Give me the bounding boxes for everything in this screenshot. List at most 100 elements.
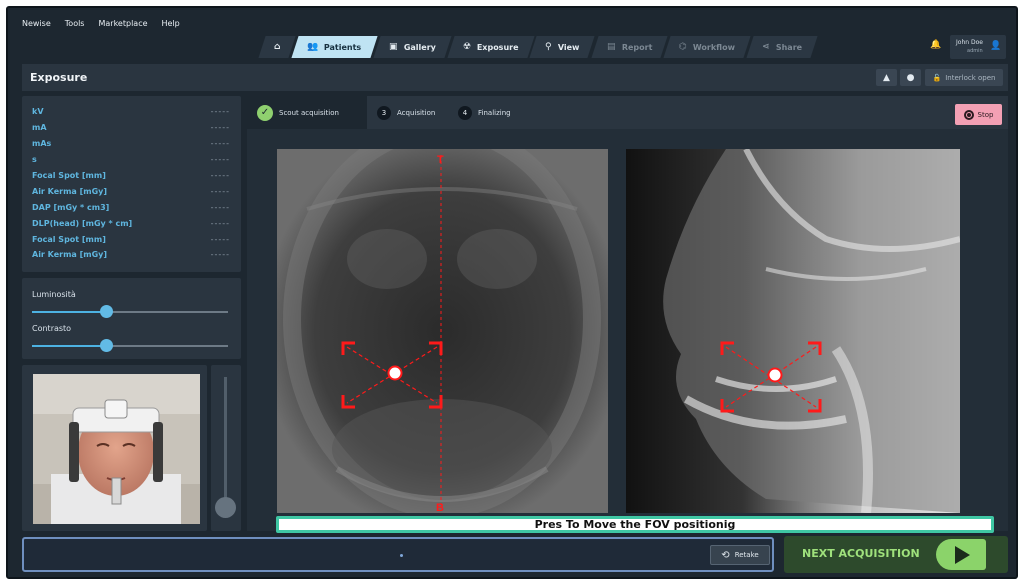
slider-thumb[interactable] [100, 305, 114, 318]
menu-marketplace[interactable]: Marketplace [98, 19, 147, 28]
contrast-slider[interactable] [32, 339, 228, 352]
instruction-banner: Pres To Move the FOV positionig [276, 516, 994, 533]
user-role: admin [967, 48, 983, 54]
stop-label: Stop [977, 110, 994, 119]
page-title: Exposure [30, 71, 88, 84]
param-label: kV [32, 107, 44, 117]
radiation-icon: ☢ [462, 42, 471, 52]
param-label: mA [32, 123, 47, 133]
tab-patients[interactable]: 👥 Patients [291, 36, 378, 58]
unlock-icon: 🔓 [932, 73, 942, 82]
step-number: 3 [377, 105, 391, 120]
retake-label: Retake [734, 551, 759, 559]
interlock-label: Interlock open [945, 73, 996, 82]
contrast-label: Contrasto [32, 324, 72, 333]
param-value: ----- [210, 139, 230, 149]
retake-button[interactable]: ⟲ Retake [710, 545, 770, 565]
app-window: Newise Tools Marketplace Help ⌂ 👥 Patient… [6, 6, 1018, 579]
bell-icon[interactable]: 🔔 [930, 40, 941, 50]
workflow-icon: ⌬ [678, 42, 687, 52]
camera-panel [22, 365, 207, 531]
patient-camera-image [33, 374, 200, 524]
menu-newise[interactable]: Newise [22, 19, 51, 28]
bottom-marker: B [436, 502, 444, 513]
tab-label: View [557, 42, 580, 52]
user-name: John Doe [956, 39, 983, 46]
next-acquisition-button[interactable]: NEXT ACQUISITION [784, 536, 1008, 573]
tab-label: Share [775, 42, 802, 52]
retake-icon: ⟲ [721, 549, 730, 561]
user-menu[interactable]: John Doe admin 👤 [950, 35, 1006, 59]
gallery-icon: ▣ [389, 42, 398, 52]
lateral-xray-view[interactable] [626, 149, 960, 513]
param-row: Air Kerma [mGy] ----- [32, 183, 230, 199]
param-label: mAs [32, 139, 52, 149]
param-value: ----- [210, 234, 230, 244]
tab-label: Gallery [403, 42, 436, 52]
param-label: Focal Spot [mm] [32, 171, 106, 180]
tab-label: Workflow [692, 42, 735, 52]
param-label: Focal Spot [mm] [32, 234, 106, 244]
tab-label: Report [621, 42, 652, 52]
vertical-slider-panel [211, 365, 241, 531]
status-bar: ⟲ Retake [22, 537, 774, 572]
patient-camera-feed [33, 374, 200, 524]
param-row: DAP [mGy * cm3] ----- [32, 199, 230, 215]
warning-button[interactable]: ▲ [876, 69, 897, 86]
tab-workflow[interactable]: ⌬ Workflow [663, 36, 751, 58]
warning-icon: ▲ [883, 72, 890, 83]
tab-view[interactable]: ⚲ View [529, 36, 596, 58]
param-row: DLP(head) [mGy * cm] ----- [32, 215, 230, 231]
param-value: ----- [210, 123, 230, 133]
user-icon: 👤 [990, 41, 1002, 51]
slider-fill [32, 311, 107, 313]
step-number: 4 [458, 105, 472, 120]
image-adjust-panel: Luminosità Contrasto [22, 278, 241, 359]
luminosity-slider[interactable] [32, 305, 228, 318]
report-icon: ▤ [606, 42, 616, 52]
param-value: ----- [210, 250, 230, 260]
exposure-params-panel: kV ----- mA ----- mAs ----- s ----- Focal Sp… [22, 96, 241, 272]
tab-share[interactable]: ⋖ Share [746, 36, 817, 58]
step-finalizing[interactable]: 4 Finalizing [458, 96, 511, 129]
vertical-slider[interactable] [224, 377, 227, 513]
top-marker: T [437, 154, 444, 166]
param-value: ----- [210, 171, 230, 180]
param-value: ----- [210, 186, 230, 196]
param-row: mAs ----- [32, 136, 230, 152]
tab-gallery[interactable]: ▣ Gallery [373, 36, 452, 58]
param-row: Focal Spot [mm] ----- [32, 168, 230, 184]
param-value: ----- [210, 107, 230, 117]
play-icon [936, 539, 986, 570]
param-value: ----- [210, 218, 230, 228]
tab-exposure[interactable]: ☢ Exposure [446, 36, 534, 58]
menu-tools[interactable]: Tools [65, 19, 85, 28]
nav-tabs: ⌂ 👥 Patients ▣ Gallery ☢ Exposure ⚲ View ▤ Re… [258, 36, 817, 58]
menu-help[interactable]: Help [162, 19, 180, 28]
step-label: Scout acquisition [279, 108, 339, 117]
tab-label: Exposure [476, 42, 519, 52]
param-label: s [32, 155, 37, 165]
frontal-xray-image: T B [277, 149, 608, 513]
luminosity-label: Luminosità [32, 290, 76, 299]
tab-home[interactable]: ⌂ [258, 36, 297, 58]
check-icon: ✓ [257, 104, 273, 121]
tab-report[interactable]: ▤ Report [590, 36, 668, 58]
error-icon: ● [906, 72, 915, 83]
step-acquisition[interactable]: 3 Acquisition [377, 96, 435, 129]
param-label: Air Kerma [mGy] [32, 186, 108, 196]
param-row: mA ----- [32, 120, 230, 136]
stop-button[interactable]: Stop [955, 104, 1002, 125]
param-row: kV ----- [32, 104, 230, 120]
status-dot [400, 554, 403, 557]
param-label: Air Kerma [mGy] [32, 250, 108, 260]
step-label: Acquisition [397, 108, 436, 117]
interlock-button[interactable]: 🔓 Interlock open [925, 69, 1003, 86]
step-scout[interactable]: ✓ Scout acquisition [247, 96, 367, 129]
acquisition-steps: ✓ Scout acquisition 3 Acquisition 4 Fina… [247, 96, 1008, 129]
title-bar: Exposure ▲ ● 🔓 Interlock open [22, 64, 1008, 91]
error-button[interactable]: ● [900, 69, 921, 86]
vertical-slider-thumb[interactable] [215, 497, 236, 519]
frontal-xray-view[interactable]: T B [277, 149, 608, 513]
slider-thumb[interactable] [100, 339, 114, 352]
